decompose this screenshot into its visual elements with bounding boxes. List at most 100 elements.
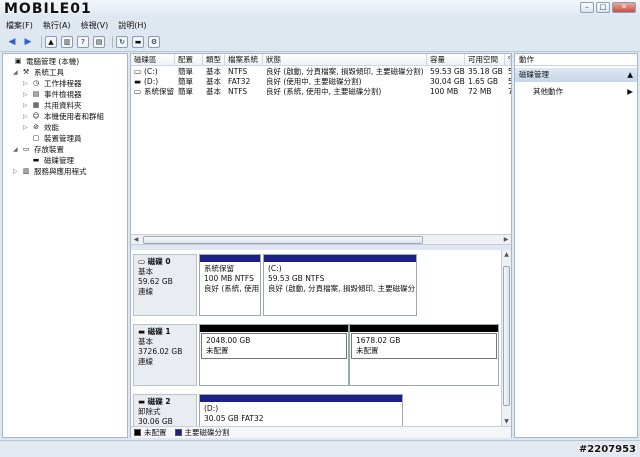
disk-status: 連線	[138, 287, 153, 296]
partition-system-reserved[interactable]: 系統保留 100 MB NTFS 良好 (系統, 使用	[199, 254, 261, 316]
tree-item-event-viewer[interactable]: ▷ ▤ 事件檢視器	[23, 89, 82, 100]
column-header-free-space[interactable]: 可用空間	[465, 54, 505, 66]
partition-status: 未配置	[206, 346, 229, 355]
disk-status: 連線	[138, 357, 153, 366]
tree-item-label: 存放裝置	[34, 145, 64, 154]
menu-help[interactable]: 說明(H)	[118, 20, 146, 31]
scroll-up-icon[interactable]: ▲	[502, 250, 511, 259]
primary-partition-bar	[200, 255, 260, 262]
tree-item-performance[interactable]: ▷ ⊘ 效能	[23, 122, 59, 133]
disk-name: 磁碟 1	[147, 327, 171, 336]
partition-title: (D:)	[204, 404, 219, 413]
expand-arrow-icon[interactable]: ▷	[23, 102, 31, 109]
tree-item-system-tools[interactable]: ◢ ⚒ 系統工具	[13, 67, 64, 78]
disk-size: 3726.02 GB	[138, 347, 183, 356]
tree-item-label: 電腦管理 (本機)	[26, 57, 80, 66]
rescan-icon[interactable]: ↻	[116, 36, 128, 48]
disk-name: 磁碟 2	[147, 397, 171, 406]
settings-icon[interactable]: ⚙	[148, 36, 160, 48]
minimize-button[interactable]: –	[580, 2, 594, 13]
maximize-button[interactable]: □	[596, 2, 610, 13]
disk-icon: ▬	[138, 327, 148, 336]
tree-item-label: 系統工具	[34, 68, 64, 77]
close-button[interactable]: ✕	[612, 2, 636, 13]
column-header-volume[interactable]: 磁碟區	[131, 54, 175, 66]
help-icon[interactable]: ?	[77, 36, 89, 48]
vertical-scrollbar[interactable]: ▲ ▼	[501, 250, 511, 426]
scrollbar-thumb[interactable]	[143, 236, 423, 244]
cell-filesystem: NTFS	[228, 87, 248, 96]
column-header-capacity[interactable]: 容量	[427, 54, 465, 66]
cell-free-space: 1.65 GB	[468, 77, 499, 86]
column-header-type[interactable]: 類型	[203, 54, 225, 66]
back-arrow-icon[interactable]: ◀	[6, 36, 18, 48]
cell-status: 良好 (使用中, 主要磁碟分割)	[266, 77, 362, 86]
legend-item-unallocated: 未配置	[134, 427, 167, 438]
expand-arrow-icon[interactable]: ▷	[23, 91, 31, 98]
scheduler-icon: ◷	[32, 79, 40, 87]
column-header-status[interactable]: 狀態	[263, 54, 427, 66]
column-header-percent[interactable]: %	[505, 54, 511, 66]
tree-item-local-users[interactable]: ▷ ☺ 本機使用者和群組	[23, 111, 104, 122]
cell-capacity: 100 MB	[430, 87, 459, 96]
cell-status: 良好 (系統, 使用中, 主要磁碟分割)	[266, 87, 382, 96]
tree-item-storage[interactable]: ◢ ▭ 存放裝置	[13, 144, 64, 155]
scrollbar-thumb[interactable]	[503, 266, 510, 406]
partition-c[interactable]: (C:) 59.53 GB NTFS 良好 (啟動, 分頁檔案, 損毀傾印, 主…	[263, 254, 417, 316]
tree-item-disk-management[interactable]: ▬ 磁碟管理	[23, 155, 74, 166]
disk-icon[interactable]: ▬	[132, 36, 144, 48]
tree-item-label: 事件檢視器	[44, 90, 82, 99]
disk-type: 基本	[138, 337, 153, 346]
legend-label: 主要磁碟分割	[184, 428, 230, 437]
toolbar: ◀ ▶ ▲ ▥ ? ▤ ↻ ▬ ⚙	[0, 33, 640, 52]
actions-section-disk-management[interactable]: 磁碟管理 ▲	[515, 68, 637, 82]
tree-item-services-apps[interactable]: ▷ ▥ 服務與應用程式	[13, 166, 87, 177]
disk-0-info[interactable]: ▭ 磁碟 0 基本 59.62 GB 連線	[133, 254, 197, 316]
scroll-down-icon[interactable]: ▼	[502, 417, 511, 426]
tree-item-task-scheduler[interactable]: ▷ ◷ 工作排程器	[23, 78, 82, 89]
performance-icon: ⊘	[33, 123, 39, 131]
actions-section-label: 磁碟管理	[519, 70, 549, 79]
disk-1-info[interactable]: ▬ 磁碟 1 基本 3726.02 GB 連線	[133, 324, 197, 386]
partition-size: 30.05 GB FAT32	[204, 414, 264, 423]
show-hide-tree-icon[interactable]: ▥	[61, 36, 73, 48]
expand-arrow-icon[interactable]: ▷	[23, 113, 31, 120]
tree-item-device-manager[interactable]: ▢ 裝置管理員	[23, 133, 82, 144]
expand-arrow-icon[interactable]: ▷	[13, 168, 21, 175]
partition-d[interactable]: (D:) 30.05 GB FAT32	[199, 394, 403, 426]
collapse-arrow-icon[interactable]: ◢	[13, 146, 21, 153]
partition-unallocated-2[interactable]: 1678.02 GB 未配置	[349, 324, 499, 386]
tree-item-label: 效能	[44, 123, 59, 132]
partition-size: 1678.02 GB	[356, 336, 401, 345]
properties-icon[interactable]: ▤	[93, 36, 105, 48]
column-header-layout[interactable]: 配置	[175, 54, 203, 66]
volume-drive-icon: ▬	[134, 77, 141, 86]
partition-unallocated-1[interactable]: 2048.00 GB 未配置	[199, 324, 349, 386]
expand-arrow-icon[interactable]: ▷	[23, 124, 31, 131]
device-manager-icon: ▢	[32, 134, 40, 142]
cell-percent: 7	[508, 87, 511, 96]
up-folder-icon[interactable]: ▲	[45, 36, 57, 48]
mobile01-logo: MOBILE01	[4, 1, 92, 17]
horizontal-scrollbar[interactable]: ◀ ▶	[131, 234, 511, 245]
expand-arrow-icon[interactable]: ▷	[23, 80, 31, 87]
scroll-left-icon[interactable]: ◀	[131, 235, 141, 245]
scroll-right-icon[interactable]: ▶	[501, 235, 511, 245]
menu-action[interactable]: 執行(A)	[43, 20, 71, 31]
collapse-arrow-icon[interactable]: ▲	[627, 68, 633, 82]
shared-folder-icon: ▦	[32, 101, 40, 109]
forward-arrow-icon[interactable]: ▶	[22, 36, 34, 48]
cell-status: 良好 (啟動, 分頁檔案, 損毀傾印, 主要磁碟分割)	[266, 67, 424, 76]
collapse-arrow-icon[interactable]: ◢	[13, 69, 21, 76]
disk-graphical-view: ▭ 磁碟 0 基本 59.62 GB 連線 系統保留 100 MB NTFS 良…	[131, 250, 501, 426]
menu-file[interactable]: 檔案(F)	[6, 20, 33, 31]
cell-filesystem: NTFS	[228, 67, 248, 76]
disk-2-info[interactable]: ▬ 磁碟 2 卸除式 30.06 GB	[133, 394, 197, 426]
tree-item-shared-folders[interactable]: ▷ ▦ 共用資料夾	[23, 100, 82, 111]
actions-item-more-actions[interactable]: 其他動作 ▶	[533, 86, 637, 98]
tree-item-label: 裝置管理員	[44, 134, 82, 143]
tree-item-computer-management[interactable]: ▣ 電腦管理 (本機)	[5, 56, 80, 67]
column-header-filesystem[interactable]: 檔案系統	[225, 54, 263, 66]
disk-size: 59.62 GB	[138, 277, 173, 286]
menu-view[interactable]: 檢視(V)	[81, 20, 109, 31]
